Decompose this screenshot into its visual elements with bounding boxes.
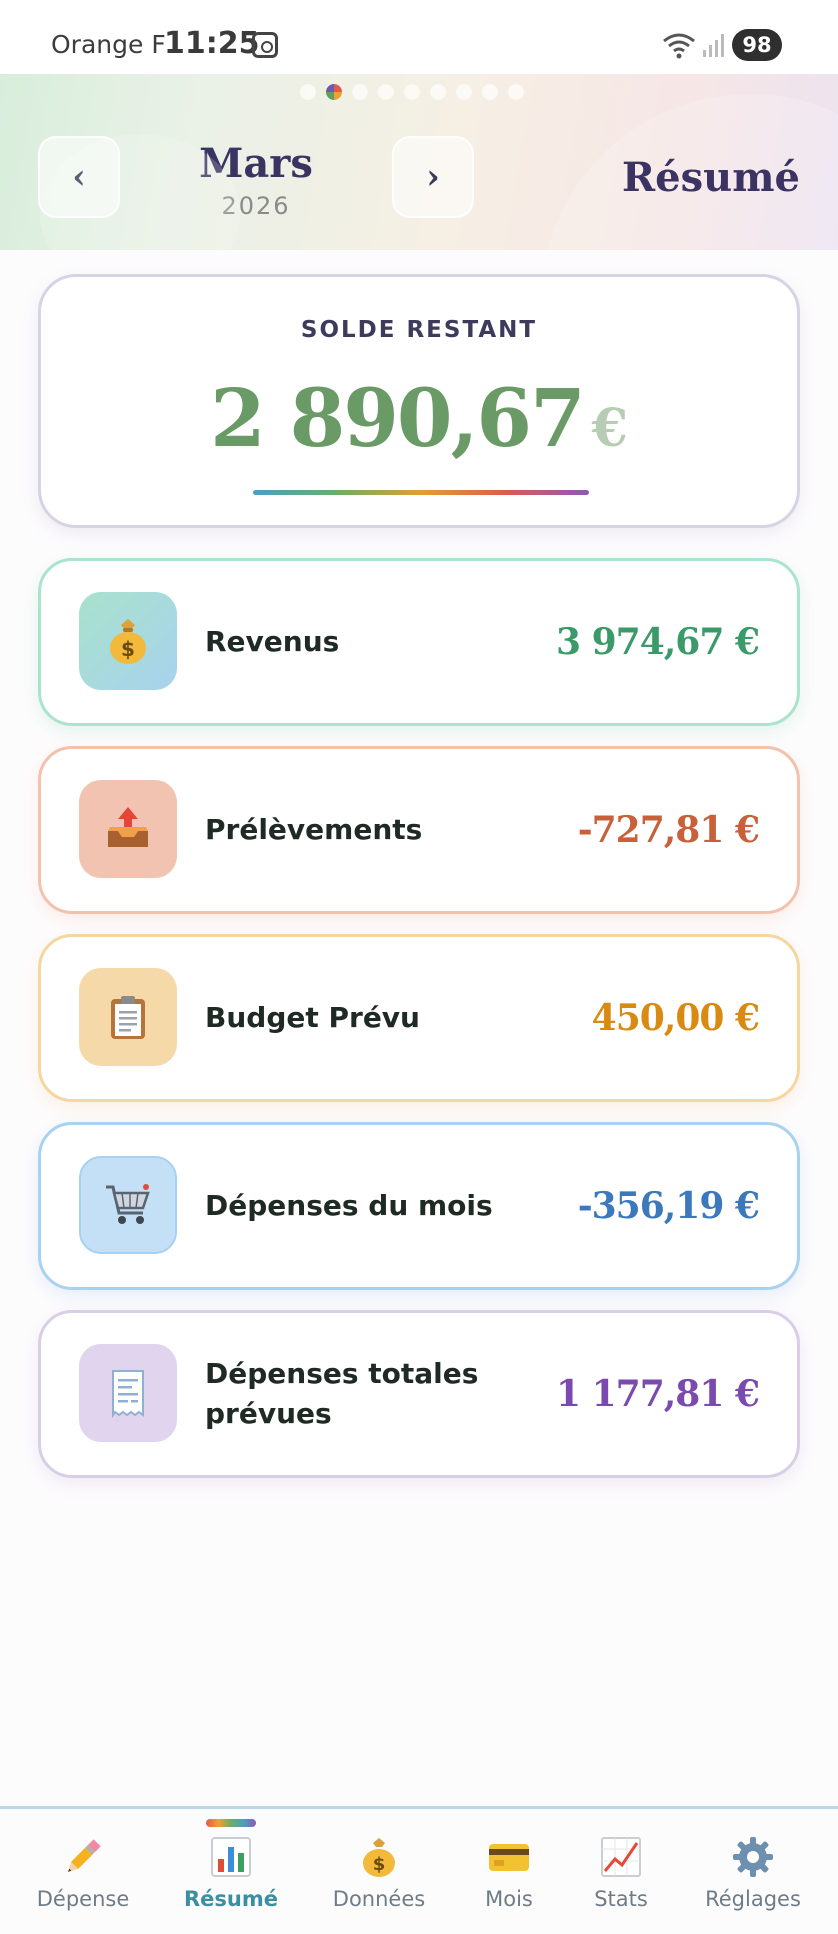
month-name: Mars bbox=[199, 140, 313, 187]
pencil-icon bbox=[61, 1835, 105, 1879]
summary-value: 3 974,67 € bbox=[556, 621, 760, 663]
balance-label: SOLDE RESTANT bbox=[300, 317, 538, 343]
status-time: 11:25 bbox=[164, 26, 260, 61]
page-dot bbox=[300, 84, 316, 100]
summary-label: Revenus bbox=[205, 625, 340, 658]
summary-label: Dépenses du mois bbox=[205, 1189, 493, 1222]
summary-label: Dépenses totales prévues bbox=[205, 1357, 479, 1430]
active-tab-indicator bbox=[206, 1819, 256, 1827]
month-header: ‹ Mars 2026 › Résumé bbox=[0, 74, 838, 250]
nav-item-mois[interactable]: Mois bbox=[444, 1809, 574, 1934]
page-dot bbox=[508, 84, 524, 100]
prelevements-card[interactable]: Prélèvements -727,81 € bbox=[38, 746, 800, 914]
page-dot bbox=[430, 84, 446, 100]
signal-icon bbox=[703, 34, 724, 57]
svg-text:$: $ bbox=[121, 637, 135, 661]
shopping-cart-icon bbox=[79, 1156, 177, 1254]
summary-value: 450,00 € bbox=[591, 997, 760, 1039]
money-bag-icon: $ bbox=[79, 592, 177, 690]
budget-card[interactable]: Budget Prévu 450,00 € bbox=[38, 934, 800, 1102]
month-year: 2026 bbox=[221, 192, 291, 220]
page-dot bbox=[352, 84, 368, 100]
page-dot bbox=[378, 84, 394, 100]
balance-value: 2 890,67 bbox=[210, 371, 586, 465]
nav-item-resume[interactable]: Résumé bbox=[166, 1809, 296, 1934]
receipt-icon bbox=[79, 1344, 177, 1442]
nav-label: Réglages bbox=[705, 1887, 801, 1911]
summary-value: -727,81 € bbox=[577, 809, 760, 851]
nav-item-stats[interactable]: Stats bbox=[556, 1809, 686, 1934]
nav-label: Mois bbox=[485, 1887, 533, 1911]
nav-label: Stats bbox=[594, 1887, 648, 1911]
nav-label: Résumé bbox=[184, 1887, 278, 1911]
gear-icon bbox=[731, 1835, 775, 1879]
carrier-name: Orange F bbox=[51, 30, 166, 59]
balance-card: SOLDE RESTANT 2 890,67 € bbox=[38, 274, 800, 528]
money-bag-icon: $ bbox=[357, 1835, 401, 1879]
next-month-button[interactable]: › bbox=[392, 136, 474, 218]
svg-text:$: $ bbox=[373, 1854, 386, 1875]
page-dot bbox=[482, 84, 498, 100]
page-indicator bbox=[300, 82, 540, 102]
nav-item-depense[interactable]: Dépense bbox=[18, 1809, 148, 1934]
bottom-navigation: Dépense Résumé $ Données Mois Stats Régl… bbox=[0, 1806, 838, 1934]
battery-indicator: 98 bbox=[732, 29, 782, 61]
bar-chart-icon bbox=[209, 1835, 253, 1879]
page-dot bbox=[456, 84, 472, 100]
summary-label: Budget Prévu bbox=[205, 1001, 420, 1034]
clipboard-icon bbox=[79, 968, 177, 1066]
depenses-card[interactable]: Dépenses du mois -356,19 € bbox=[38, 1122, 800, 1290]
balance-underline bbox=[253, 490, 589, 495]
revenus-card[interactable]: $ Revenus 3 974,67 € bbox=[38, 558, 800, 726]
totales-card[interactable]: Dépenses totales prévues 1 177,81 € bbox=[38, 1310, 800, 1478]
nav-label: Données bbox=[332, 1887, 426, 1911]
nav-label: Dépense bbox=[36, 1887, 130, 1911]
wifi-icon bbox=[663, 33, 695, 59]
trend-chart-icon bbox=[599, 1835, 643, 1879]
credit-card-icon bbox=[487, 1835, 531, 1879]
summary-value: 1 177,81 € bbox=[556, 1373, 760, 1415]
balance-amount: 2 890,67 € bbox=[41, 371, 797, 465]
previous-month-button[interactable]: ‹ bbox=[38, 136, 120, 218]
balance-currency: € bbox=[591, 398, 628, 459]
screenshot-icon bbox=[252, 32, 278, 58]
summary-label: Prélèvements bbox=[205, 813, 423, 846]
nav-item-reglages[interactable]: Réglages bbox=[688, 1809, 818, 1934]
page-title: Résumé bbox=[621, 154, 800, 201]
status-bar: Orange F 11:25 98 bbox=[0, 0, 838, 74]
nav-item-donnees[interactable]: $ Données bbox=[314, 1809, 444, 1934]
outbox-tray-icon bbox=[79, 780, 177, 878]
page-dot bbox=[404, 84, 420, 100]
page-dot-active bbox=[326, 84, 342, 100]
summary-value: -356,19 € bbox=[577, 1185, 760, 1227]
